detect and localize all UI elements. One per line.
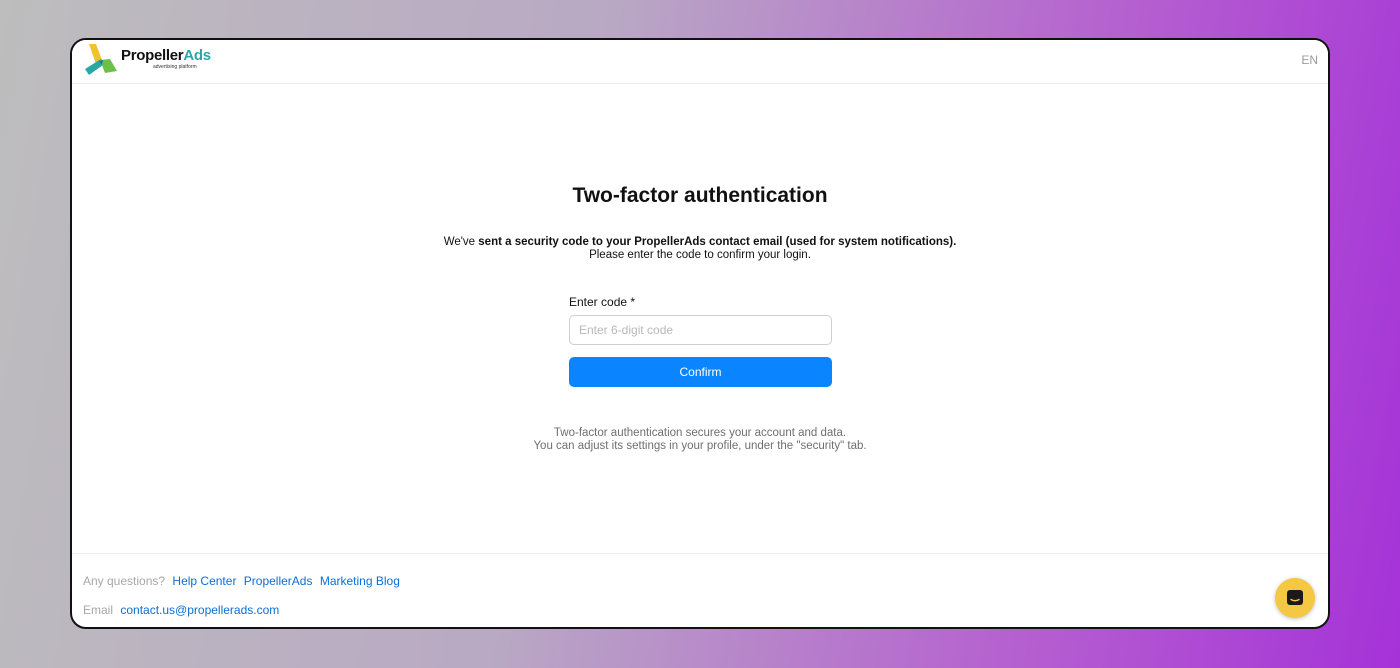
- questions-label: Any questions?: [83, 574, 166, 588]
- footer-help-row: Any questions? Help Center PropellerAds …: [83, 574, 404, 588]
- propellerads-link[interactable]: PropellerAds: [244, 574, 313, 588]
- propellerads-logo[interactable]: PropellerAds advertising platform: [83, 42, 223, 78]
- logo-wordmark-accent: Ads: [183, 47, 211, 64]
- logo-tagline: advertising platform: [153, 64, 197, 70]
- contact-email-link[interactable]: contact.us@propellerads.com: [120, 603, 279, 617]
- logo-wordmark: PropellerAds: [121, 47, 211, 64]
- code-field-label: Enter code *: [569, 295, 636, 309]
- chat-launcher-button[interactable]: [1275, 578, 1315, 618]
- instruction-line-2: Please enter the code to confirm your lo…: [589, 249, 811, 261]
- footer-divider: [72, 553, 1328, 554]
- code-input[interactable]: [569, 315, 832, 345]
- top-bar: PropellerAds advertising platform EN: [72, 40, 1328, 84]
- instruction-prefix: We've: [443, 236, 479, 248]
- email-label: Email: [83, 603, 114, 617]
- logo-wordmark-main: Propeller: [121, 47, 184, 64]
- help-center-link[interactable]: Help Center: [172, 574, 236, 588]
- footer-email-row: Email contact.us@propellerads.com: [83, 603, 283, 617]
- propeller-logo-icon: [85, 44, 117, 75]
- security-note-line-1: Two-factor authentication secures your a…: [553, 427, 847, 439]
- marketing-blog-link[interactable]: Marketing Blog: [320, 574, 400, 588]
- browser-window: PropellerAds advertising platform EN Two…: [70, 38, 1330, 629]
- chat-bubble-icon: [1287, 590, 1303, 605]
- instruction-bold: sent a security code to your PropellerAd…: [478, 236, 957, 248]
- security-note-line-2: You can adjust its settings in your prof…: [533, 440, 867, 452]
- confirm-button[interactable]: Confirm: [569, 357, 832, 387]
- language-selector[interactable]: EN: [1301, 53, 1318, 67]
- instruction-text: We've sent a security code to your Prope…: [72, 236, 1328, 262]
- instruction-line-1: We've sent a security code to your Prope…: [72, 236, 1328, 249]
- page-title: Two-factor authentication: [572, 184, 828, 207]
- security-note: Two-factor authentication secures your a…: [72, 427, 1328, 453]
